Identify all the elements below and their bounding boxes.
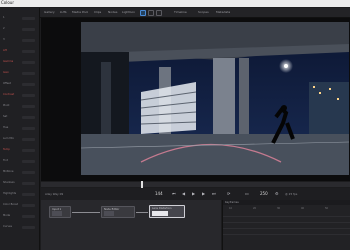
left-panel-label: 2	[3, 27, 5, 30]
left-panel-label: 1	[3, 16, 5, 19]
left-panel-label: Contrast	[3, 93, 15, 96]
kf-tick: 10	[229, 207, 233, 210]
left-panel-label: Highlights	[3, 192, 17, 195]
node-label: Lens Distortion	[152, 207, 172, 210]
left-panel-label: Mode	[3, 214, 11, 217]
step-back-icon[interactable]: ◀	[182, 191, 185, 196]
left-panel-label: Lift	[3, 49, 8, 52]
menu-bar: Colour	[0, 0, 350, 7]
skip-back-icon[interactable]: ⏮	[172, 191, 176, 196]
keyframes-panel: Keyframes 10 20 30 40 50	[222, 200, 350, 250]
node-thumbnail	[52, 211, 62, 216]
highlight-icon[interactable]	[148, 10, 154, 16]
node-input[interactable]: Input 1	[49, 206, 71, 218]
kf-tick: 30	[277, 207, 281, 210]
skip-forward-icon[interactable]: ⏭	[212, 191, 216, 196]
left-panel-value-field[interactable]	[22, 115, 35, 119]
record-icon[interactable]: ▭	[245, 191, 249, 196]
node-connection	[72, 212, 100, 213]
timeline-scrubber[interactable]	[41, 182, 350, 187]
left-panel-label: Lum Mix	[3, 137, 14, 140]
kf-track[interactable]	[223, 224, 350, 229]
left-panel-value-field[interactable]	[22, 49, 35, 53]
app-name: Colour	[1, 0, 14, 5]
left-panel-value-field[interactable]	[22, 38, 35, 42]
current-frame[interactable]: 144	[155, 191, 163, 196]
keyframes-title: Keyframes	[225, 201, 239, 204]
left-panel-label: Pivot	[3, 104, 10, 107]
left-panel-value-field[interactable]	[22, 192, 35, 196]
toolbar-item-scopes[interactable]: Scopes	[198, 10, 209, 14]
keyframes-header: Keyframes	[223, 200, 350, 205]
left-panel-value-field[interactable]	[22, 71, 35, 75]
node-lens-distortion[interactable]: Lens Distortion	[149, 205, 185, 218]
grid-icon[interactable]	[156, 10, 162, 16]
end-frame[interactable]: 250	[260, 191, 268, 196]
loop-icon[interactable]: ⟳	[227, 191, 230, 196]
left-panel-label: Midtone	[3, 170, 14, 173]
left-panel-value-field[interactable]	[22, 104, 35, 108]
left-panel-label: Temp	[3, 148, 10, 151]
left-panel-label: Offset	[3, 82, 11, 85]
toolbar-item-media-pool[interactable]: Media Pool	[72, 10, 88, 14]
left-panel-value-field[interactable]	[22, 16, 35, 20]
left-panel-label: Gain	[3, 71, 9, 74]
viewer	[41, 18, 350, 181]
left-panel-label: Hue	[3, 126, 9, 129]
toolbar-item-timeline[interactable]: Timeline	[174, 10, 187, 14]
kf-tick: 40	[301, 207, 305, 210]
kf-track[interactable]	[223, 218, 350, 223]
node-thumbnail	[104, 211, 114, 216]
left-panel-value-field[interactable]	[22, 148, 35, 152]
left-panel-label: Shadows	[3, 181, 15, 184]
left-panel-label: Sat	[3, 115, 8, 118]
left-panel-label: Color Boost	[3, 203, 18, 206]
toolbar-item-metadata[interactable]: Metadata	[216, 10, 230, 14]
left-panel-value-field[interactable]	[22, 159, 35, 163]
layout-icon[interactable]	[140, 10, 146, 16]
left-panel-value-field[interactable]	[22, 60, 35, 64]
left-panel-label: Curves	[3, 225, 13, 228]
left-panel-value-field[interactable]	[22, 137, 35, 141]
toolbar-item-gallery[interactable]: Gallery	[44, 10, 55, 14]
playhead[interactable]	[141, 181, 143, 188]
toolbar-item-clips[interactable]: Clips	[94, 10, 101, 14]
left-panel-value-field[interactable]	[22, 27, 35, 31]
node-thumbnail	[152, 211, 168, 216]
left-panel-value-field[interactable]	[22, 82, 35, 86]
left-panel-value-field[interactable]	[22, 225, 35, 229]
video-image	[81, 22, 349, 175]
node-connection	[136, 212, 148, 213]
kf-track[interactable]	[223, 212, 350, 217]
clip-name: Alley Way 09	[45, 192, 64, 196]
fps-label: @ 25 fps	[285, 192, 298, 196]
toolbar-item-nodes[interactable]: Nodes	[108, 10, 117, 14]
left-panel-value-field[interactable]	[22, 93, 35, 97]
kf-tick: 50	[325, 207, 329, 210]
settings-icon[interactable]: ⚙	[275, 191, 279, 196]
left-panel-value-field[interactable]	[22, 126, 35, 130]
toolbar-item-lightbox[interactable]: Lightbox	[122, 10, 135, 14]
transport-bar: Alley Way 09 144 ⏮ ◀ ▶ ▶ ⏭ ⟳ ▭ 250 ⚙ @ 2…	[41, 188, 350, 200]
video-frame[interactable]	[81, 22, 349, 175]
left-panel-value-field[interactable]	[22, 214, 35, 218]
left-panel-value-field[interactable]	[22, 203, 35, 207]
left-panel-value-field[interactable]	[22, 170, 35, 174]
kf-track[interactable]	[223, 230, 350, 235]
step-forward-icon[interactable]: ▶	[202, 191, 205, 196]
left-panel-value-field[interactable]	[22, 181, 35, 185]
kf-tick: 20	[253, 207, 257, 210]
left-panel-label: 3	[3, 38, 5, 41]
toolbar: Gallery LUTs Media Pool Clips Nodes Ligh…	[40, 8, 350, 18]
left-panel-label: Tint	[3, 159, 8, 162]
node-graph[interactable]: Input 1 Node Editor Lens Distortion	[41, 200, 221, 250]
toolbar-item-luts[interactable]: LUTs	[60, 10, 67, 14]
left-panel-label: Gamma	[3, 60, 14, 63]
node-editor[interactable]: Node Editor	[101, 206, 135, 218]
play-icon[interactable]: ▶	[192, 191, 195, 196]
left-panel: 1 2 3 Lift Gamma Gain Offset Contrast Pivot Sat Hu…	[0, 8, 40, 250]
